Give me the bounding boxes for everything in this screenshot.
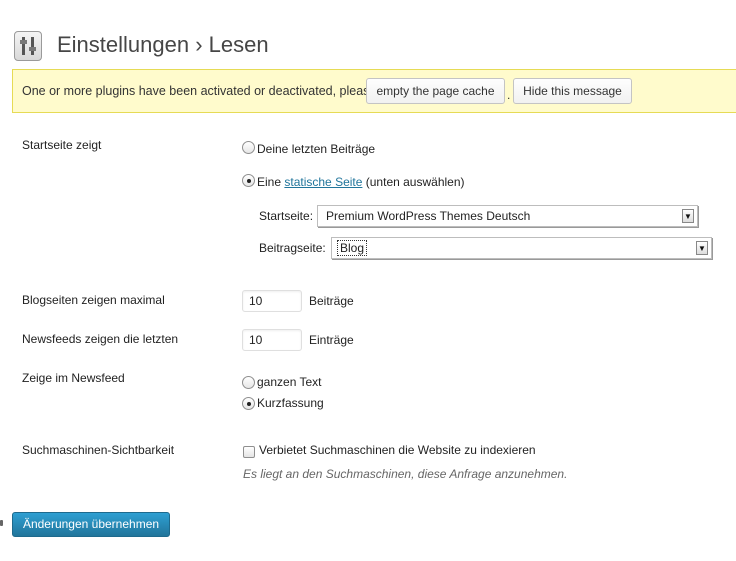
radio-latest-posts[interactable] [242,141,255,154]
search-visibility-hint: Es liegt an den Suchmaschinen, diese Anf… [243,467,568,481]
startseite-select[interactable]: Premium WordPress Themes Deutsch ▼ [317,205,698,227]
radio-summary[interactable] [242,397,255,410]
blog-pages-label: Blogseiten zeigen maximal [22,293,165,307]
blog-pages-input[interactable]: 10 [242,290,302,312]
settings-sliders-icon [14,31,42,61]
static-page-link[interactable]: statische Seite [284,175,362,189]
beitragseite-label: Beitragseite: [259,241,326,255]
startseite-label: Startseite: [259,209,314,223]
blog-pages-unit: Beiträge [309,294,354,308]
save-changes-button[interactable]: Änderungen übernehmen [12,512,170,537]
feeds-unit: Einträge [309,333,354,347]
static-prefix: Eine [257,175,282,189]
discourage-search-label: Verbietet Suchmaschinen die Website zu i… [259,443,536,457]
beitragseite-select[interactable]: Blog ▼ [331,237,712,259]
beitragseite-value: Blog [337,240,368,256]
startseite-value: Premium WordPress Themes Deutsch [326,209,531,223]
notice-separator: . [507,88,511,102]
left-edge-mark [0,520,3,526]
latest-posts-label: Deine letzten Beiträge [257,142,376,156]
feeds-label: Newsfeeds zeigen die letzten [22,332,179,346]
notice-text: One or more plugins have been activated … [22,84,377,98]
discourage-search-checkbox[interactable] [243,446,255,458]
radio-static-page[interactable] [242,174,255,187]
summary-label: Kurzfassung [257,396,324,410]
chevron-down-icon: ▼ [696,241,708,255]
static-page-label: Eine statische Seite (unten auswählen) [257,175,465,189]
radio-full-text[interactable] [242,376,255,389]
page-title: Einstellungen › Lesen [57,32,269,57]
front-page-label: Startseite zeigt [22,138,102,152]
hide-message-button[interactable]: Hide this message [513,78,632,104]
feeds-input[interactable]: 10 [242,329,302,351]
search-visibility-label: Suchmaschinen-Sichtbarkeit [22,443,175,457]
feed-content-label: Zeige im Newsfeed [22,371,125,385]
empty-cache-button[interactable]: empty the page cache [366,78,505,104]
full-text-label: ganzen Text [257,375,322,389]
static-suffix: (unten auswählen) [365,175,465,189]
chevron-down-icon: ▼ [682,209,694,223]
